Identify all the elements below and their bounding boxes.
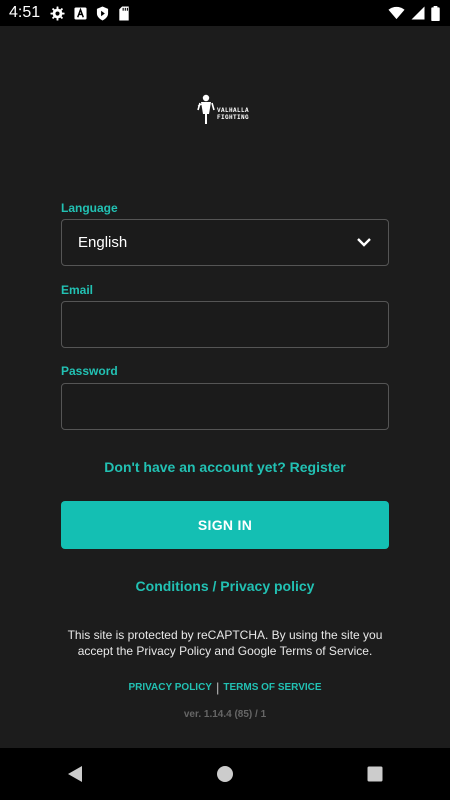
recents-square-icon [367,766,383,782]
legal-separator: | [215,680,220,695]
home-circle-icon [217,766,233,782]
status-bar: 4:51 [0,0,450,26]
password-label: Password [61,364,118,378]
back-button[interactable] [45,748,105,800]
sd-card-icon [119,5,129,21]
shield-icon [97,6,109,20]
status-notification-icons [50,5,130,21]
a-box-icon [74,6,87,20]
wifi-icon [388,6,405,20]
logo-line1: VALHALLA [217,107,249,114]
fighter-logo-icon: VALHALLA FIGHTING [197,94,249,124]
signal-icon [411,6,425,20]
version-label: ver. 1.14.4 (85) / 1 [183,709,267,720]
chevron-down-icon [357,238,371,247]
terms-of-service-link[interactable]: TERMS OF SERVICE [223,682,321,693]
navigation-bar [0,748,450,800]
language-selected-value: English [78,234,128,251]
language-select[interactable]: English [61,219,389,266]
logo-line2: FIGHTING [217,114,249,121]
conditions-privacy-link[interactable]: Conditions / Privacy policy [0,578,450,594]
gear-icon [50,5,65,21]
privacy-policy-link[interactable]: PRIVACY POLICY [128,682,212,693]
register-link[interactable]: Don't have an account yet? Register [0,459,450,475]
sign-in-button[interactable]: SIGN IN [61,501,389,549]
password-field[interactable] [61,383,389,430]
email-field[interactable] [61,301,389,348]
recaptcha-notice: This site is protected by reCAPTCHA. By … [67,628,383,658]
recents-button[interactable] [345,748,405,800]
back-triangle-icon [68,766,82,782]
app-logo: VALHALLA FIGHTING [196,92,258,132]
email-label: Email [61,283,94,297]
language-label: Language [61,201,118,215]
legal-links: PRIVACY POLICY | TERMS OF SERVICE [0,680,450,695]
status-time: 4:51 [9,4,41,21]
battery-icon [431,5,440,21]
status-system-icons [388,5,440,21]
home-button[interactable] [195,748,255,800]
